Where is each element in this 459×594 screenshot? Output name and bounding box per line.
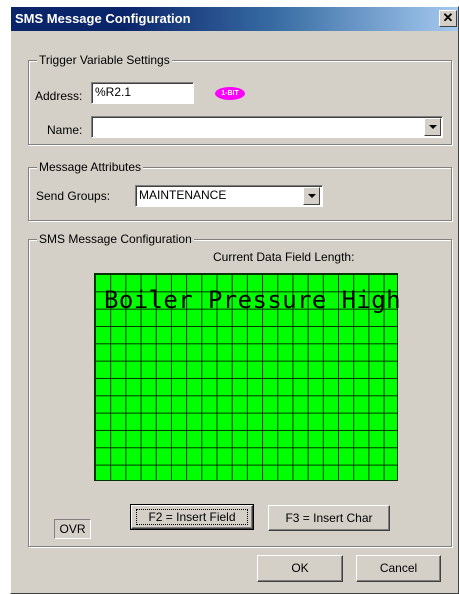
sms-message-title: SMS Message Configuration: [37, 232, 194, 246]
address-label: Address:: [35, 89, 83, 103]
sms-config-dialog: SMS Message Configuration ✕ Trigger Vari…: [10, 6, 459, 594]
overwrite-indicator: OVR: [54, 519, 91, 539]
ok-label: OK: [291, 561, 309, 575]
title-bar[interactable]: SMS Message Configuration ✕: [11, 7, 458, 31]
cancel-label: Cancel: [379, 561, 418, 575]
ok-button[interactable]: OK: [257, 555, 343, 582]
insert-char-button[interactable]: F3 = Insert Char: [268, 505, 390, 531]
name-combobox[interactable]: [91, 116, 443, 138]
trigger-settings-title: Trigger Variable Settings: [37, 53, 172, 67]
close-button[interactable]: ✕: [439, 10, 457, 27]
send-groups-select[interactable]: MAINTENANCE: [135, 185, 323, 207]
window-title: SMS Message Configuration: [15, 11, 191, 26]
cancel-button[interactable]: Cancel: [356, 555, 441, 582]
send-groups-label: Send Groups:: [36, 189, 111, 203]
message-attributes-title: Message Attributes: [37, 160, 144, 174]
name-label: Name:: [47, 123, 83, 137]
field-length-label: Current Data Field Length:: [213, 250, 355, 264]
focus-rectangle: [136, 509, 248, 525]
sms-message-text: Boiler Pressure High: [104, 286, 401, 314]
insert-char-label: F3 = Insert Char: [285, 511, 373, 525]
chevron-down-icon: [308, 194, 316, 198]
name-dropdown-button[interactable]: [424, 118, 441, 136]
insert-field-button[interactable]: F2 = Insert Field: [130, 504, 254, 530]
bit-size-badge: 1-BIT: [215, 87, 245, 100]
close-icon: ✕: [442, 10, 454, 25]
send-groups-dropdown-button[interactable]: [303, 187, 320, 205]
address-input[interactable]: %R2.1: [91, 82, 194, 104]
chevron-down-icon: [429, 125, 437, 129]
